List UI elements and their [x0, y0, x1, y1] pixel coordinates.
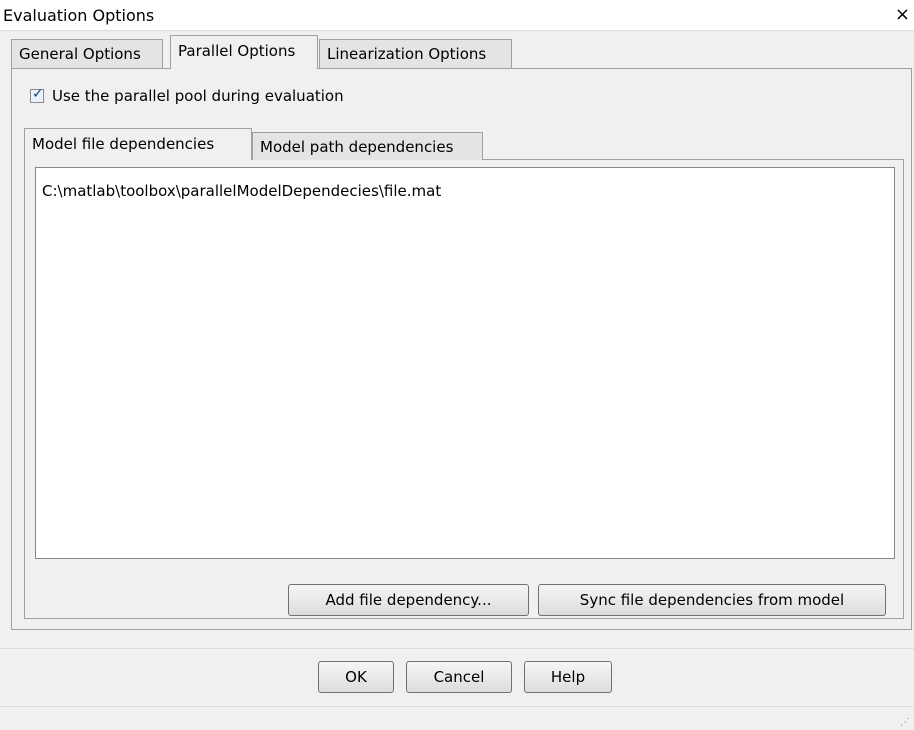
ok-button[interactable]: OK [318, 661, 394, 693]
list-item[interactable]: C:\matlab\toolbox\parallelModelDependeci… [42, 182, 441, 200]
title-bar: Evaluation Options × [0, 0, 914, 31]
tab-parallel-options[interactable]: Parallel Options [170, 35, 318, 69]
tab-general-options[interactable]: General Options [11, 39, 163, 69]
tab-linearization-options[interactable]: Linearization Options [319, 39, 512, 69]
resize-grip-icon[interactable]: ⋰ [900, 717, 910, 728]
close-icon[interactable]: × [895, 4, 910, 25]
sync-file-dependencies-button[interactable]: Sync file dependencies from model [538, 584, 886, 616]
tab-model-path-dependencies[interactable]: Model path dependencies [252, 132, 483, 160]
window-title: Evaluation Options [3, 6, 155, 25]
check-icon: ✓ [32, 86, 44, 102]
file-dependencies-list[interactable]: C:\matlab\toolbox\parallelModelDependeci… [35, 167, 895, 559]
tab-model-file-dependencies[interactable]: Model file dependencies [24, 128, 252, 160]
status-bar-divider [0, 706, 914, 707]
use-parallel-pool-label[interactable]: Use the parallel pool during evaluation [52, 87, 344, 105]
cancel-button[interactable]: Cancel [406, 661, 512, 693]
help-button[interactable]: Help [524, 661, 612, 693]
footer-divider [0, 648, 914, 649]
use-parallel-pool-checkbox[interactable]: ✓ [30, 86, 44, 103]
add-file-dependency-button[interactable]: Add file dependency... [288, 584, 529, 616]
